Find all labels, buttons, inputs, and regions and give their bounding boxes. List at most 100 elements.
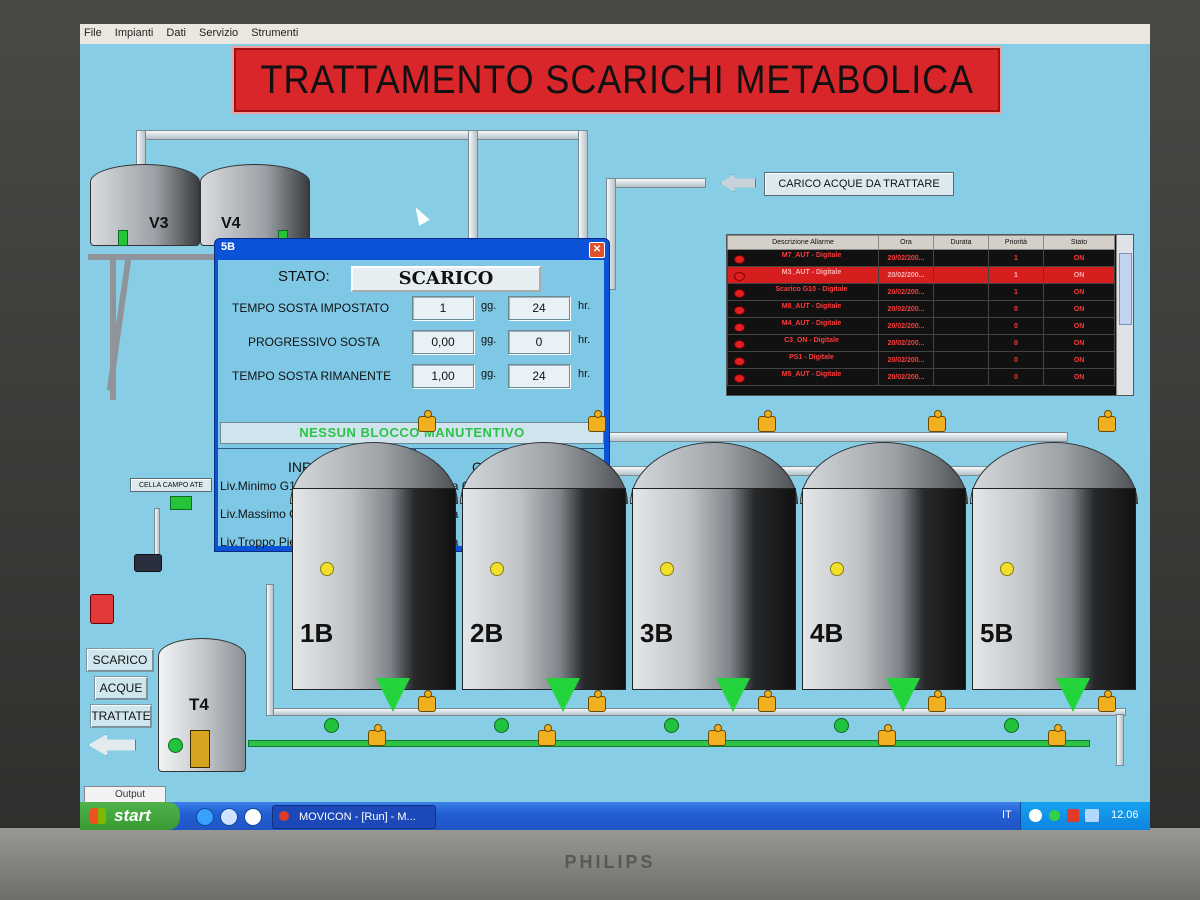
hours-field[interactable]: 24	[508, 296, 570, 320]
alarm-durata	[933, 249, 989, 267]
alarm-priorita: 0	[988, 317, 1044, 335]
tank-4b[interactable]	[802, 488, 966, 690]
valve-icon[interactable]	[1048, 724, 1066, 746]
carico-acque-button[interactable]: CARICO ACQUE DA TRATTARE	[764, 172, 954, 196]
valve-icon[interactable]	[588, 690, 606, 712]
alarm-row[interactable]: M3_AUT - Digitale 20/02/200... 1 ON	[727, 266, 1115, 284]
valve-icon[interactable]	[418, 690, 436, 712]
hours-unit: hr.	[578, 334, 591, 346]
valve-icon[interactable]	[928, 410, 946, 432]
level-light	[660, 562, 674, 576]
days-field[interactable]: 1	[412, 296, 474, 320]
menu-strumenti[interactable]: Strumenti	[247, 24, 304, 39]
valve-icon[interactable]	[538, 724, 556, 746]
menu-servizio[interactable]: Servizio	[195, 24, 244, 39]
alarm-stato-text: ON	[1073, 271, 1085, 279]
hours-unit: hr.	[578, 368, 591, 380]
start-label: start	[114, 806, 151, 825]
taskbar-app-label: MOVICON - [Run] - M...	[299, 811, 416, 823]
alarm-header-durata: Durata	[933, 235, 989, 250]
start-button[interactable]: start	[80, 802, 180, 830]
valve-icon[interactable]	[1098, 410, 1116, 432]
hours-field[interactable]: 0	[508, 330, 570, 354]
alarm-device-icon[interactable]	[90, 594, 114, 624]
days-field[interactable]: 0,00	[412, 330, 474, 354]
valve-icon[interactable]	[928, 690, 946, 712]
valve-icon[interactable]	[758, 690, 776, 712]
menu-file[interactable]: File	[80, 24, 108, 39]
outlook-icon[interactable]	[220, 808, 238, 826]
alarm-scrollbar[interactable]	[1116, 235, 1133, 395]
tank-outlet-cone	[546, 678, 580, 712]
level-light	[490, 562, 504, 576]
language-indicator[interactable]: IT	[1002, 809, 1012, 821]
alarm-row[interactable]: M8_AUT - Digitale 20/02/200... 0 ON	[727, 300, 1115, 318]
scarico-button[interactable]: SCARICO	[86, 648, 154, 672]
alarm-ora-text: 20/02/200...	[887, 373, 925, 381]
tank-5b[interactable]	[972, 488, 1136, 690]
tank-v4[interactable]: V4	[200, 164, 310, 246]
tank-1b[interactable]	[292, 488, 456, 690]
alarm-bell-icon	[734, 289, 745, 298]
tank-3b[interactable]	[632, 488, 796, 690]
taskbar: start MOVICON - [Run] - M... IT 12.06	[80, 802, 1150, 830]
alarm-row[interactable]: M7_AUT - Digitale 20/02/200... 1 ON	[727, 249, 1115, 267]
pipe	[1116, 714, 1124, 766]
media-player-icon[interactable]	[244, 808, 262, 826]
tray-app-icon[interactable]	[1085, 809, 1099, 822]
alarm-stato: ON	[1043, 300, 1115, 318]
hours-field[interactable]: 24	[508, 364, 570, 388]
valve-icon[interactable]	[588, 410, 606, 432]
tray-back-icon[interactable]	[1029, 809, 1042, 822]
tray-network-icon[interactable]	[1049, 810, 1060, 821]
taskbar-app-movicon[interactable]: MOVICON - [Run] - M...	[272, 805, 436, 829]
valve-icon[interactable]	[708, 724, 726, 746]
alarm-priorita: 0	[988, 368, 1044, 386]
alarm-row[interactable]: PS1 - Digitale 20/02/200... 0 ON	[727, 351, 1115, 369]
acque-button[interactable]: ACQUE	[94, 676, 148, 700]
menu-impianti[interactable]: Impianti	[111, 24, 160, 39]
pipe	[266, 584, 274, 716]
valve-icon[interactable]	[758, 410, 776, 432]
tank-2b[interactable]	[462, 488, 626, 690]
alarm-ora: 20/02/200...	[878, 368, 934, 386]
cella-campo-label[interactable]: CELLA CAMPO ATE	[130, 478, 212, 492]
pipe	[578, 130, 588, 242]
valve-icon[interactable]	[878, 724, 896, 746]
alarm-desc-text: C3_ON - Digitale	[784, 337, 839, 344]
close-icon[interactable]: ✕	[589, 242, 605, 258]
alarm-row[interactable]: M5_AUT - Digitale 20/02/200... 0 ON	[727, 368, 1115, 386]
alarm-row[interactable]: Scarico G10 - Digitale 20/02/200... 1 ON	[727, 283, 1115, 301]
valve-icon[interactable]	[368, 724, 386, 746]
status-dot	[494, 718, 509, 733]
tank-v3[interactable]: V3	[90, 164, 200, 246]
alarm-bell-icon	[734, 323, 745, 332]
alarm-stato: ON	[1043, 249, 1115, 267]
pipe	[606, 178, 706, 188]
alarm-ora: 20/02/200...	[878, 351, 934, 369]
alarm-row[interactable]: M4_AUT - Digitale 20/02/200... 0 ON	[727, 317, 1115, 335]
ie-icon[interactable]	[196, 808, 214, 826]
valve-icon[interactable]	[418, 410, 436, 432]
alarm-desc-text: M7_AUT - Digitale	[781, 252, 842, 259]
pipe	[468, 130, 478, 242]
menu-dati[interactable]: Dati	[162, 24, 192, 39]
days-field[interactable]: 1,00	[412, 364, 474, 388]
stato-label: STATO:	[278, 268, 330, 285]
scrollbar-thumb[interactable]	[1119, 253, 1132, 325]
t4-status-dot	[168, 738, 183, 753]
alarm-stato: ON	[1043, 266, 1115, 284]
alarm-priorita: 1	[988, 266, 1044, 284]
alarm-ora-text: 20/02/200...	[887, 254, 925, 262]
alarm-row[interactable]: C3_ON - Digitale 20/02/200... 0 ON	[727, 334, 1115, 352]
alarm-ora: 20/02/200...	[878, 266, 934, 284]
cella-indicator	[170, 496, 192, 510]
alarm-stato-text: ON	[1073, 305, 1085, 313]
alarm-bell-icon	[734, 357, 745, 366]
movicon-icon	[279, 811, 289, 821]
tray-security-icon[interactable]	[1067, 809, 1079, 822]
valve-icon[interactable]	[1098, 690, 1116, 712]
trattate-button[interactable]: TRATTATE	[90, 704, 152, 728]
hours-unit: hr.	[578, 300, 591, 312]
tank-label: 3B	[640, 618, 674, 648]
